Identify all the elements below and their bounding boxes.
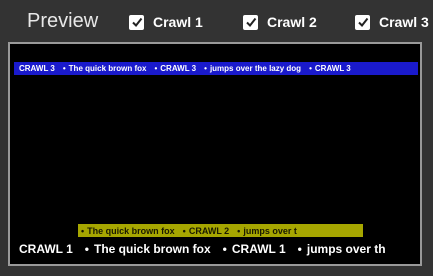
preview-panel: Preview Crawl 1 Crawl 2 Crawl 3 CRAWL 3 … [0, 0, 433, 276]
preview-header: Preview Crawl 1 Crawl 2 Crawl 3 [0, 0, 433, 40]
checkmark-icon [131, 17, 142, 28]
crawl-2-ticker: • The quick brown fox • CRAWL 2 • jumps … [78, 224, 363, 237]
crawl-text-segment: CRAWL 1 [19, 242, 73, 256]
crawl-text-segment: CRAWL 1 [231, 242, 286, 256]
crawl-text-segment: The quick brown fox [87, 225, 175, 236]
bullet-separator: • [62, 64, 66, 73]
checkmark-icon [245, 17, 256, 28]
crawl-3-ticker: CRAWL 3 • The quick brown fox • CRAWL 3 … [14, 62, 418, 75]
crawl-3-toggle[interactable]: Crawl 3 [355, 12, 429, 32]
crawl-1-label: Crawl 1 [153, 14, 203, 30]
bullet-separator: • [182, 225, 186, 236]
crawl-1-ticker: CRAWL 1 • The quick brown fox • CRAWL 1 … [16, 239, 420, 259]
crawl-text-segment: jumps over th [306, 242, 386, 256]
bullet-separator: • [297, 242, 302, 256]
crawl-text-segment: CRAWL 2 [188, 225, 230, 236]
crawl-text-segment: CRAWL 3 [19, 64, 55, 73]
crawl-text-segment: CRAWL 3 [160, 64, 197, 73]
preview-canvas: CRAWL 3 • The quick brown fox • CRAWL 3 … [8, 42, 422, 266]
bullet-separator: • [84, 242, 89, 256]
bullet-separator: • [222, 242, 227, 256]
crawl-3-checkbox[interactable] [355, 14, 370, 30]
crawl-text-segment: The quick brown fox [94, 242, 211, 256]
crawl-1-checkbox[interactable] [129, 14, 144, 30]
crawl-1-toggle[interactable]: Crawl 1 [129, 12, 203, 32]
bullet-separator: • [154, 64, 158, 73]
crawl-3-label: Crawl 3 [379, 14, 429, 30]
bullet-separator: • [309, 64, 312, 73]
preview-title: Preview [27, 10, 99, 32]
crawl-text-segment: jumps over t [243, 225, 297, 236]
crawl-text-segment: jumps over the lazy dog [209, 64, 302, 73]
bullet-separator: • [81, 225, 85, 236]
crawl-2-checkbox[interactable] [243, 14, 258, 30]
bullet-separator: • [204, 64, 207, 73]
checkmark-icon [357, 17, 368, 28]
crawl-text-segment: CRAWL 3 [314, 64, 351, 73]
crawl-text-segment: The quick brown fox [68, 64, 147, 73]
bullet-separator: • [237, 225, 241, 236]
crawl-2-label: Crawl 2 [267, 14, 317, 30]
crawl-2-toggle[interactable]: Crawl 2 [243, 12, 317, 32]
